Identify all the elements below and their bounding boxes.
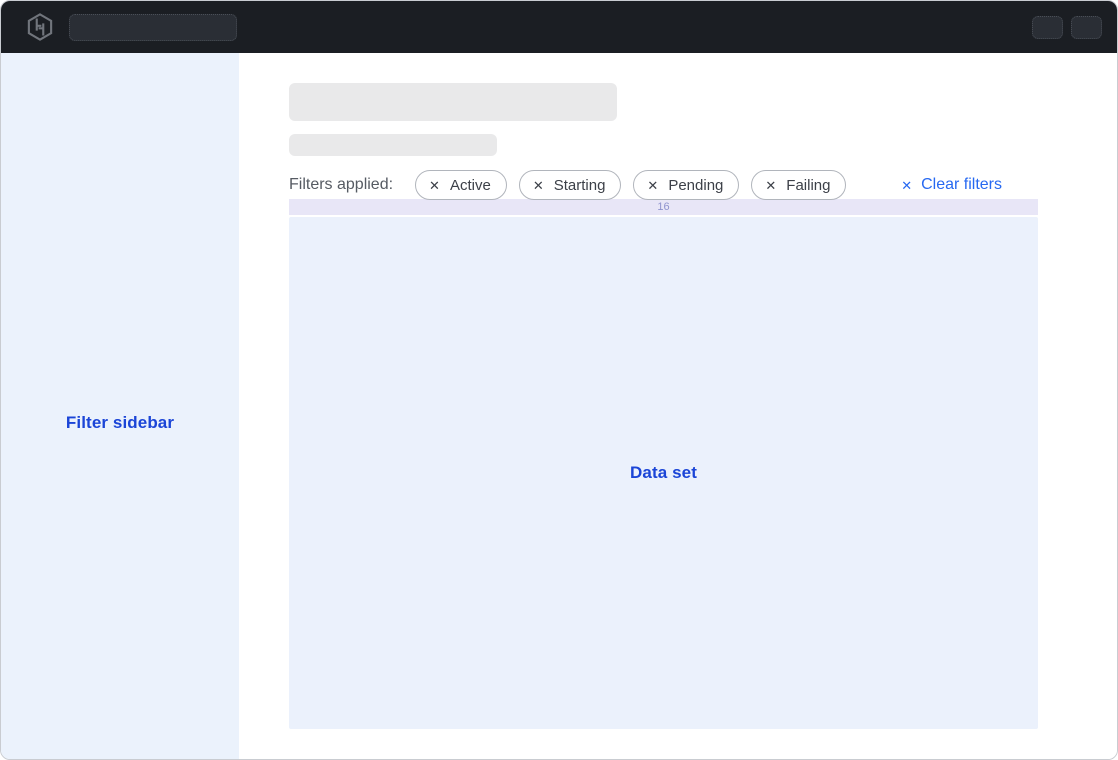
page-subtitle-skeleton xyxy=(289,134,497,156)
header-action-skeleton-1 xyxy=(1032,16,1063,39)
filter-sidebar: Filter sidebar xyxy=(1,53,239,759)
filters-applied-row: Filters applied: ✕ Active ✕ Starting ✕ P… xyxy=(289,170,1038,200)
filter-chip-starting[interactable]: ✕ Starting xyxy=(519,170,622,200)
filter-chip-label: Starting xyxy=(554,177,606,194)
filter-chip-active[interactable]: ✕ Active xyxy=(415,170,507,200)
close-icon[interactable]: ✕ xyxy=(647,179,658,192)
filter-chip-list: ✕ Active ✕ Starting ✕ Pending ✕ Failing xyxy=(415,170,846,200)
header-action-skeleton-2 xyxy=(1071,16,1102,39)
main-content: Filters applied: ✕ Active ✕ Starting ✕ P… xyxy=(239,53,1117,759)
filter-sidebar-label: Filter sidebar xyxy=(66,413,174,433)
filter-chip-failing[interactable]: ✕ Failing xyxy=(751,170,846,200)
clear-filters-label: Clear filters xyxy=(921,176,1002,194)
result-count-value: 16 xyxy=(657,201,669,213)
top-nav-bar xyxy=(1,1,1117,53)
hashicorp-logo-icon[interactable] xyxy=(25,12,55,42)
filter-chip-label: Active xyxy=(450,177,491,194)
app-window: Filter sidebar Filters applied: ✕ Active… xyxy=(0,0,1118,760)
page-title-skeleton xyxy=(289,83,617,121)
data-set-label: Data set xyxy=(630,463,697,483)
filter-chip-label: Pending xyxy=(668,177,723,194)
window-body: Filter sidebar Filters applied: ✕ Active… xyxy=(1,53,1117,759)
filters-applied-label: Filters applied: xyxy=(289,176,393,194)
close-icon[interactable]: ✕ xyxy=(429,179,440,192)
data-set-region: Data set xyxy=(289,217,1038,729)
close-icon: ✕ xyxy=(901,179,912,192)
filter-chip-pending[interactable]: ✕ Pending xyxy=(633,170,739,200)
clear-filters-link[interactable]: ✕ Clear filters xyxy=(901,176,1002,194)
filter-chip-label: Failing xyxy=(786,177,830,194)
close-icon[interactable]: ✕ xyxy=(765,179,776,192)
nav-search-skeleton xyxy=(69,14,237,41)
close-icon[interactable]: ✕ xyxy=(533,179,544,192)
result-count-bar: 16 xyxy=(289,199,1038,215)
